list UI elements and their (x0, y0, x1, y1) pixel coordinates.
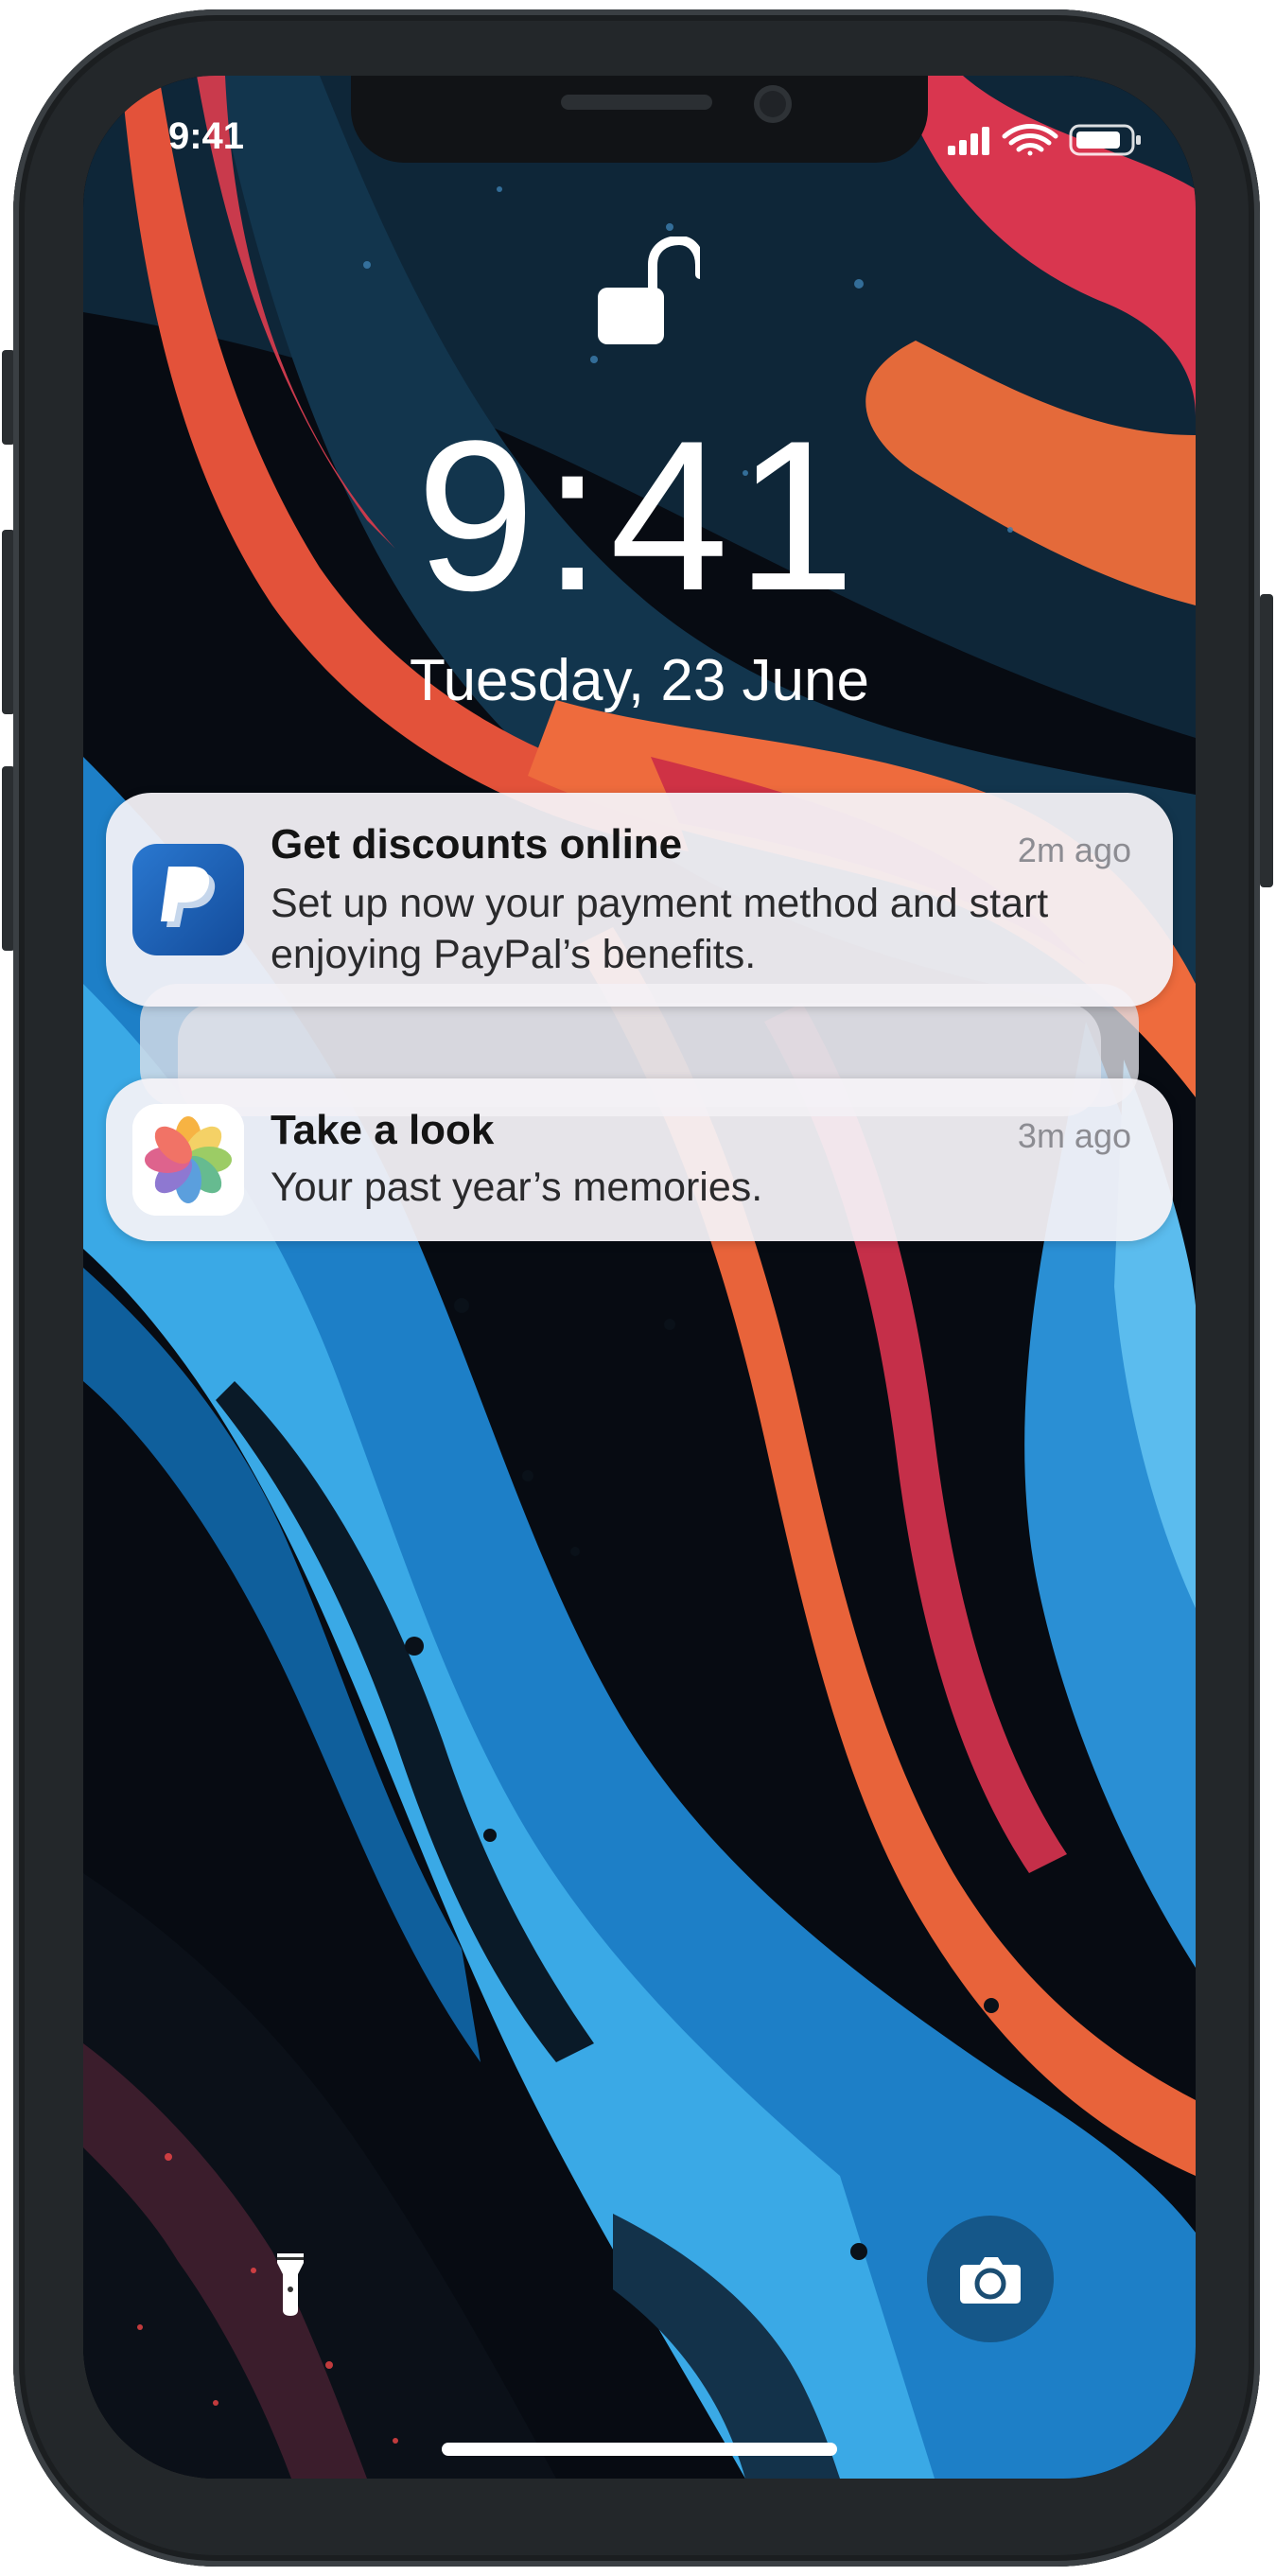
status-bar-time: 9:41 (167, 115, 245, 157)
notification-body-line: Your past year’s memories. (271, 1165, 763, 1210)
notification-body: Your past year’s memories. (271, 1162, 1084, 1213)
lock-screen-clock: 9:41 (416, 395, 863, 635)
notification-body: Set up now your payment method and start… (271, 878, 1084, 980)
home-indicator[interactable] (442, 2443, 837, 2456)
camera-button[interactable] (927, 2216, 1054, 2342)
phone-mockup: 9:41 9:41 Tuesday, 23 June Get discounts… (0, 0, 1276, 2576)
flashlight-icon (277, 2253, 304, 2316)
notification-body-line: enjoying PayPal’s benefits. (271, 932, 757, 977)
notification-time: 3m ago (1017, 1116, 1131, 1155)
notification-paypal[interactable]: Get discounts online 2m ago Set up now y… (106, 793, 1173, 1007)
wifi-icon (1002, 124, 1058, 156)
notch (351, 76, 928, 163)
lock-screen-date: Tuesday, 23 June (410, 648, 869, 713)
battery-icon (1069, 124, 1141, 156)
status-bar-icons (948, 124, 1141, 156)
notification-photos[interactable]: Take a look 3m ago Your past year’s memo… (106, 1078, 1173, 1241)
power-button (1260, 594, 1273, 887)
notification-title: Take a look (271, 1107, 495, 1153)
front-camera (754, 85, 792, 123)
notification-time: 2m ago (1017, 831, 1131, 869)
earpiece-speaker (561, 95, 712, 110)
camera-icon (960, 2257, 1021, 2304)
photos-icon (132, 1104, 244, 1216)
notification-body-line: Set up now your payment method and start (271, 881, 1049, 926)
paypal-icon (132, 844, 244, 955)
unlocked-padlock-icon (598, 237, 700, 344)
flashlight-button[interactable] (227, 2216, 354, 2342)
lock-screen: 9:41 9:41 Tuesday, 23 June Get discounts… (83, 76, 1196, 2479)
cellular-signal-icon (948, 127, 989, 155)
notification-title: Get discounts online (271, 821, 683, 867)
